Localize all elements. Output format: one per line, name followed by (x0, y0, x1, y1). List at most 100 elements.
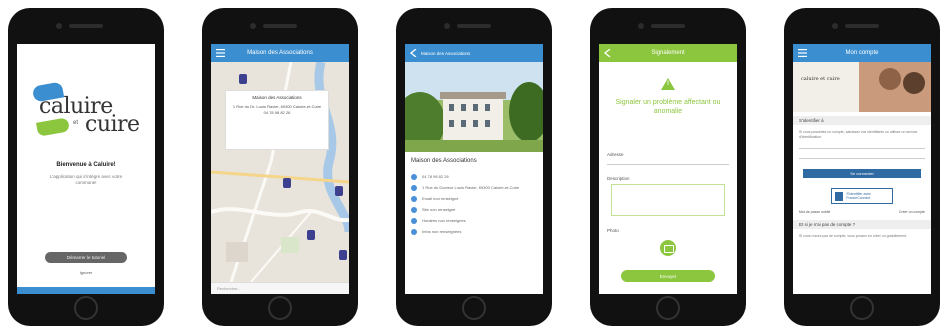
location-icon (411, 185, 417, 191)
phone-report: Signalement ! Signaler un problème affec… (590, 8, 746, 326)
logo-cuire-text: cuire (85, 112, 140, 137)
home-button[interactable] (268, 296, 292, 320)
map-search-input[interactable]: Rechercher... (211, 282, 349, 294)
photo-window (485, 120, 490, 127)
map-pin[interactable] (283, 178, 291, 188)
photo-window (449, 120, 454, 127)
username-field[interactable] (799, 148, 925, 149)
photo-window (473, 120, 478, 127)
description-label: Description (607, 176, 630, 181)
home-button[interactable] (850, 296, 874, 320)
screen-map: Maison des Associations Maison des Assoc… (211, 44, 349, 294)
photo-tree (509, 82, 543, 142)
phone-welcome: caluire et cuire Bienvenue à Caluire! L'… (8, 8, 164, 326)
photo-window (449, 104, 454, 111)
send-button[interactable]: Envoyer (621, 270, 715, 282)
web-icon (411, 207, 417, 213)
home-button[interactable] (74, 296, 98, 320)
info-text: Site non renseigné (422, 207, 456, 212)
no-account-text: Si vous n'avez pas de compte, vous pouve… (799, 234, 908, 238)
screen-welcome: caluire et cuire Bienvenue à Caluire! L'… (17, 44, 155, 294)
info-row-address[interactable]: 1 Rue du Docteur Louis Ravier, 69300 Cal… (411, 185, 537, 191)
building-photo (405, 62, 543, 152)
section-no-account-header: Et si je n'ai pas de compte ? (793, 220, 931, 229)
mail-icon (411, 196, 417, 202)
info-list: 04 78 98 82 26 1 Rue du Docteur Louis Ra… (411, 174, 537, 240)
info-row-info[interactable]: Infos non renseignées (411, 229, 537, 235)
popup-title: Maison des Associations (252, 95, 302, 100)
map-pin[interactable] (307, 230, 315, 240)
banner-logo: caluire et cuire (801, 76, 840, 82)
skip-link[interactable]: Ignorer (17, 270, 155, 275)
screen-account: Mon compte caluire et cuire S'identifier… (793, 44, 931, 294)
photo-roof (440, 92, 506, 99)
speaker (651, 24, 685, 28)
info-text: Horaires non renseignés (422, 218, 466, 223)
phone-icon (411, 174, 417, 180)
home-button[interactable] (656, 296, 680, 320)
info-row-phone[interactable]: 04 78 98 82 26 (411, 174, 537, 180)
logo-et-text: et (73, 120, 79, 126)
forgot-password-link[interactable]: Mot de passe oublié (799, 210, 830, 214)
login-intro: Si vous possédez un compte, saisissez vo… (799, 130, 918, 139)
screen-detail: Maison des Associations Maison des Assoc… (405, 44, 543, 294)
info-row-email[interactable]: Email non renseigné (411, 196, 537, 202)
phone-account: Mon compte caluire et cuire S'identifier… (784, 8, 940, 326)
phone-map: Maison des Associations Maison des Assoc… (202, 8, 358, 326)
camera-dot (832, 23, 838, 29)
report-title: Signaler un problème affectant ou anomal… (615, 99, 721, 116)
back-icon[interactable] (409, 48, 419, 58)
popup-address: 1 Rue du Dr. Louis Ravier, 69300 Caluire… (232, 103, 322, 109)
back-icon[interactable] (603, 48, 613, 58)
description-field[interactable] (611, 184, 725, 216)
screen-report: Signalement ! Signaler un problème affec… (599, 44, 737, 294)
banner-person (903, 72, 925, 94)
create-account-link[interactable]: Créer un compte (899, 210, 925, 214)
info-text: Email non renseigné (422, 196, 459, 201)
map-pin[interactable] (335, 186, 343, 196)
map-pin[interactable] (239, 74, 247, 84)
clock-icon (411, 218, 417, 224)
section-login-header: S'identifier à (793, 116, 931, 125)
camera-dot (56, 23, 62, 29)
navbar: Maison des Associations (211, 44, 349, 62)
photo-window (473, 104, 478, 111)
start-tutorial-button[interactable]: Démarrer le tutoriel (45, 252, 127, 263)
map-pin[interactable] (339, 250, 347, 260)
address-field[interactable] (607, 164, 729, 165)
info-row-web[interactable]: Site non renseigné (411, 207, 537, 213)
franceconnect-label: S'identifier avec FranceConnect (846, 192, 871, 200)
info-icon (411, 229, 417, 235)
map-popup[interactable]: Maison des Associations 1 Rue du Dr. Lou… (225, 90, 329, 150)
warning-mark: ! (667, 81, 669, 87)
photo-window (461, 104, 466, 111)
navbar-title: Mon compte (845, 50, 879, 56)
info-row-hours[interactable]: Horaires non renseignés (411, 218, 537, 224)
welcome-title: Bienvenue à Caluire! (56, 162, 116, 168)
photo-label: Photo (607, 228, 619, 233)
bottom-bar (17, 287, 155, 294)
banner-person (879, 68, 901, 90)
camera-dot (444, 23, 450, 29)
login-button[interactable]: Se connecter (803, 169, 921, 178)
menu-icon[interactable] (216, 49, 225, 57)
navbar-title: Signalement (651, 50, 685, 56)
photo-window (485, 104, 490, 111)
camera-icon[interactable] (660, 240, 676, 256)
photo-house (440, 92, 506, 142)
menu-icon[interactable] (798, 49, 807, 57)
camera-dot (250, 23, 256, 29)
navbar: Maison des Associations (405, 44, 543, 62)
franceconnect-button[interactable]: S'identifier avec FranceConnect (831, 188, 893, 204)
popup-phone: 04 78 98 82 26 (263, 109, 291, 115)
welcome-tagline: L'application qui s'intègre avec votre c… (49, 174, 123, 186)
navbar-title: Maison des Associations (247, 50, 313, 56)
caluire-logo: caluire et cuire (27, 81, 147, 146)
place-title: Maison des Associations (411, 158, 477, 164)
account-banner: caluire et cuire (793, 62, 931, 112)
address-label: Adresse (607, 152, 624, 157)
account-links: Mot de passe oublié Créer un compte (799, 210, 925, 214)
map-view[interactable]: Maison des Associations 1 Rue du Dr. Lou… (211, 62, 349, 282)
password-field[interactable] (799, 158, 925, 159)
home-button[interactable] (462, 296, 486, 320)
